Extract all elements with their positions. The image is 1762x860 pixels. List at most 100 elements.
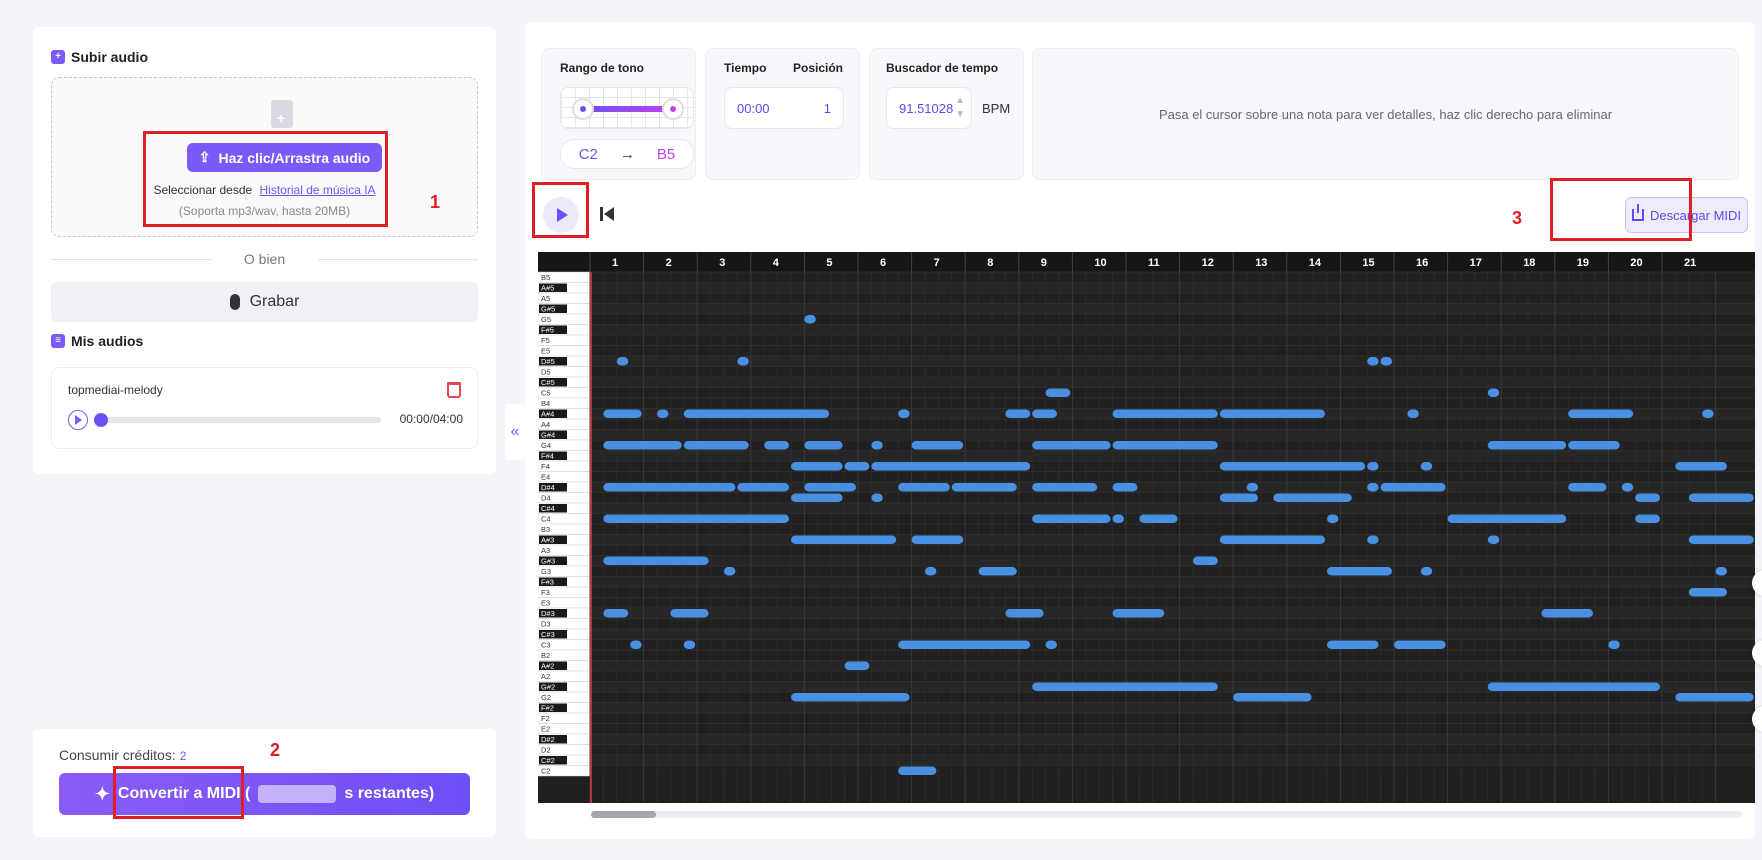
midi-note[interactable] [1487, 682, 1660, 692]
midi-note[interactable] [1394, 640, 1446, 650]
midi-note[interactable] [1568, 483, 1607, 492]
trash-icon[interactable] [447, 382, 461, 398]
midi-note[interactable] [603, 514, 789, 524]
midi-note[interactable] [1219, 462, 1366, 471]
midi-note[interactable] [1367, 357, 1379, 366]
midi-note[interactable] [1032, 483, 1098, 492]
midi-note[interactable] [1568, 441, 1620, 450]
midi-note[interactable] [737, 357, 749, 366]
audio-play-button[interactable] [68, 410, 88, 430]
midi-note[interactable] [1219, 535, 1325, 545]
midi-note[interactable] [791, 535, 897, 545]
midi-note[interactable] [1112, 514, 1124, 524]
midi-note[interactable] [911, 441, 964, 450]
midi-note[interactable] [1675, 693, 1754, 702]
midi-note[interactable] [844, 661, 870, 671]
midi-note[interactable] [978, 567, 1017, 576]
midi-note[interactable] [804, 315, 816, 324]
midi-note[interactable] [1112, 609, 1165, 618]
midi-note[interactable] [844, 462, 870, 471]
midi-note[interactable] [1273, 493, 1352, 503]
midi-note[interactable] [804, 483, 856, 492]
audio-progress-slider[interactable] [94, 413, 381, 427]
midi-note[interactable] [1541, 609, 1593, 618]
midi-note[interactable] [1447, 514, 1567, 524]
midi-note[interactable] [1045, 640, 1057, 650]
skip-to-start-icon[interactable] [598, 205, 616, 225]
midi-note[interactable] [1219, 493, 1258, 503]
midi-note[interactable] [603, 441, 682, 450]
midi-note[interactable] [1688, 493, 1754, 503]
midi-note[interactable] [1045, 388, 1071, 398]
piano-roll-canvas[interactable]: 1 2 3 4 5 6 7 8 9 10 11 12 13 14 15 16 17 18 19 20 21B5A#5A5… [538, 252, 1755, 803]
pitch-low-handle[interactable] [574, 100, 592, 118]
midi-note[interactable] [1219, 409, 1325, 419]
midi-note[interactable] [1367, 462, 1379, 471]
midi-note[interactable] [1327, 514, 1339, 524]
midi-note[interactable] [1005, 409, 1031, 419]
midi-note[interactable] [871, 493, 883, 503]
midi-note[interactable] [1420, 567, 1433, 576]
midi-note[interactable] [1380, 483, 1446, 492]
midi-note[interactable] [1032, 409, 1057, 419]
midi-note[interactable] [898, 640, 1031, 650]
record-button[interactable]: Grabar [51, 282, 478, 322]
midi-note[interactable] [1675, 462, 1727, 471]
scrollbar-thumb[interactable] [591, 811, 656, 818]
midi-note[interactable] [1233, 693, 1312, 702]
midi-note[interactable] [871, 462, 1031, 471]
pitch-range-slider[interactable] [560, 87, 694, 129]
midi-note[interactable] [603, 483, 736, 492]
midi-note[interactable] [683, 409, 830, 419]
midi-note[interactable] [1487, 441, 1567, 450]
collapse-panel-icon[interactable]: « [505, 404, 525, 460]
midi-note[interactable] [1327, 640, 1379, 650]
midi-note[interactable] [764, 441, 789, 450]
midi-note[interactable] [603, 609, 629, 618]
midi-note[interactable] [925, 567, 937, 576]
midi-note[interactable] [898, 483, 950, 492]
piano-roll[interactable]: 1 2 3 4 5 6 7 8 9 10 11 12 13 14 15 16 17 18 19 20 21 B5 A#5 A5… [538, 252, 1755, 803]
horizontal-scrollbar[interactable] [591, 811, 1742, 818]
midi-note[interactable] [871, 441, 883, 450]
midi-note[interactable] [683, 441, 749, 450]
midi-note[interactable] [1688, 535, 1754, 545]
midi-note[interactable] [1005, 609, 1044, 618]
midi-note[interactable] [1032, 514, 1111, 524]
midi-note[interactable] [1112, 483, 1138, 492]
midi-note[interactable] [724, 567, 736, 576]
midi-note[interactable] [1193, 556, 1218, 566]
midi-note[interactable] [1327, 567, 1392, 576]
tempo-input[interactable]: 91.51028 ▲ ▼ [886, 87, 972, 129]
midi-note[interactable] [683, 640, 696, 650]
audio-progress-knob[interactable] [94, 413, 108, 427]
midi-note[interactable] [1608, 640, 1620, 650]
midi-note[interactable] [1246, 483, 1258, 492]
midi-note[interactable] [804, 441, 843, 450]
midi-note[interactable] [1487, 388, 1500, 398]
midi-note[interactable] [1112, 409, 1218, 419]
midi-note[interactable] [616, 357, 629, 366]
pitch-high-handle[interactable] [664, 100, 682, 118]
midi-note[interactable] [1112, 441, 1218, 450]
midi-note[interactable] [791, 462, 843, 471]
midi-note[interactable] [603, 556, 709, 566]
midi-note[interactable] [1702, 409, 1714, 419]
midi-note[interactable] [1032, 441, 1111, 450]
midi-note[interactable] [1568, 409, 1634, 419]
midi-note[interactable] [1715, 567, 1727, 576]
midi-note[interactable] [898, 409, 910, 419]
midi-note[interactable] [1420, 462, 1433, 471]
midi-note[interactable] [791, 493, 843, 503]
midi-note[interactable] [630, 640, 642, 650]
midi-note[interactable] [791, 693, 910, 702]
midi-note[interactable] [911, 535, 964, 545]
midi-note[interactable] [1367, 483, 1379, 492]
midi-note[interactable] [670, 609, 709, 618]
midi-note[interactable] [737, 483, 789, 492]
midi-note[interactable] [1380, 357, 1392, 366]
midi-note[interactable] [1367, 535, 1379, 545]
midi-note[interactable] [657, 409, 669, 419]
stepper-icon[interactable]: ▲ ▼ [955, 94, 965, 122]
midi-note[interactable] [951, 483, 1017, 492]
